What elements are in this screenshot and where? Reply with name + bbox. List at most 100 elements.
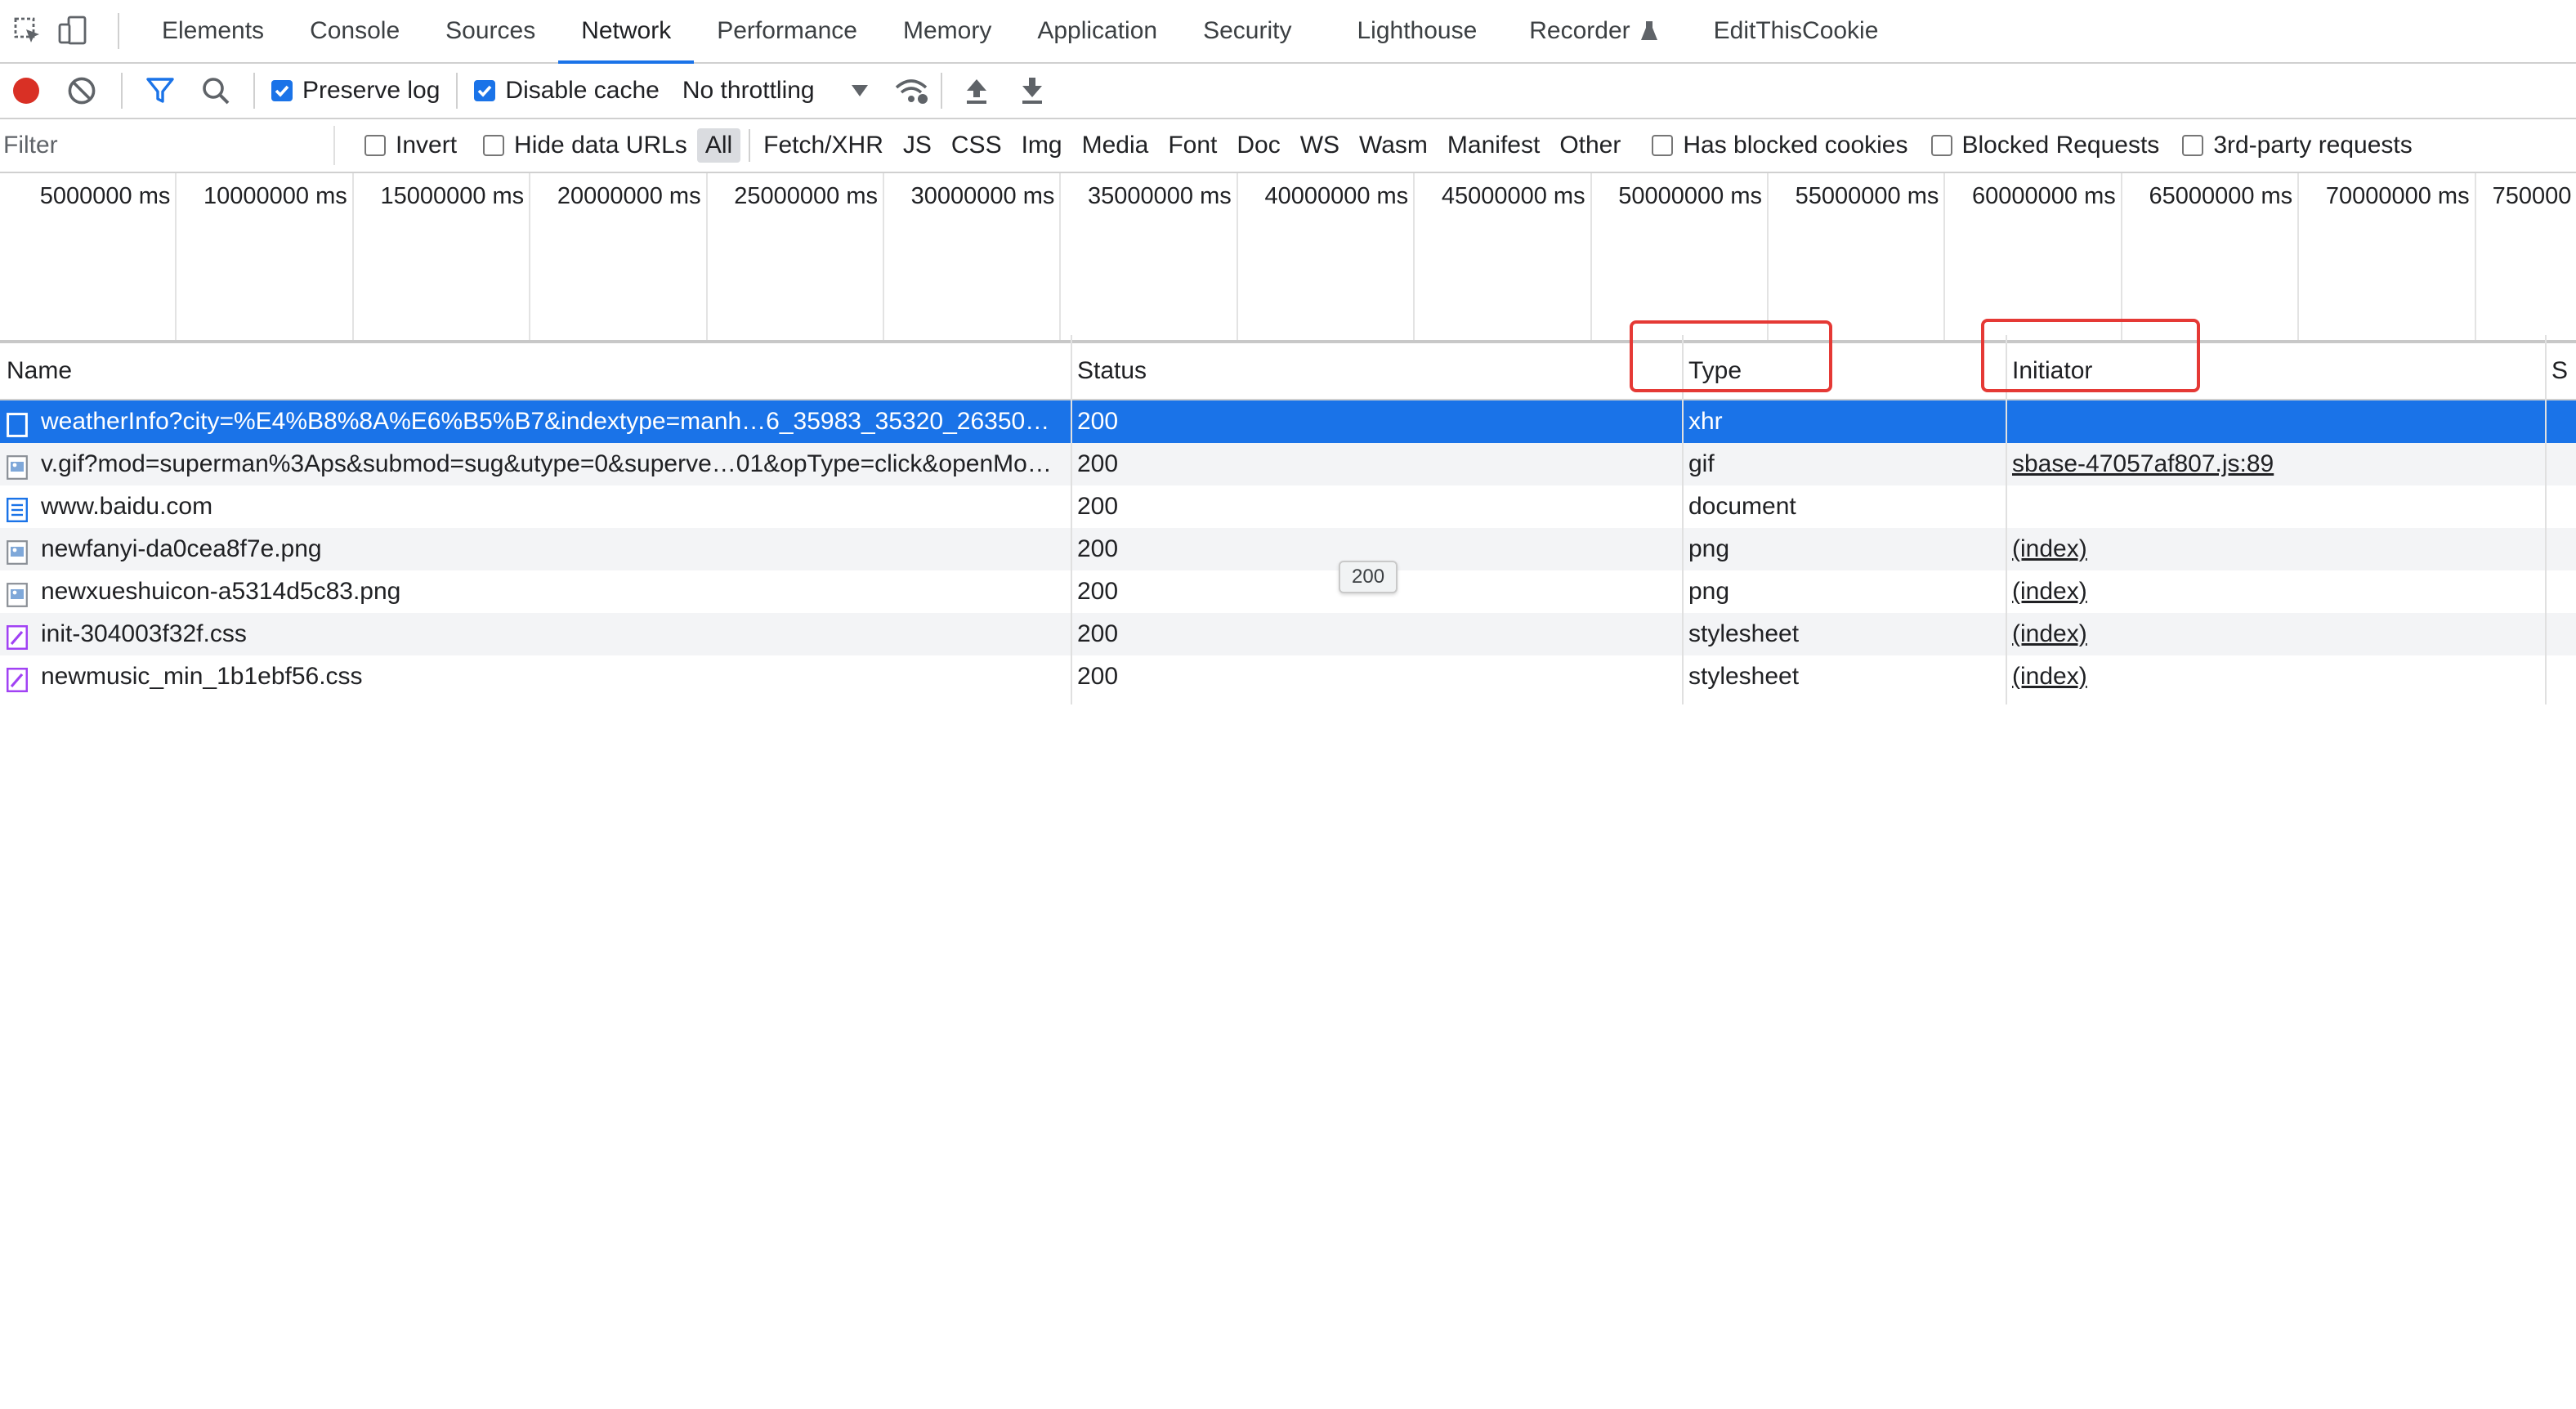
timeline-tick: 35000000 ms (1061, 173, 1238, 340)
column-divider[interactable] (1071, 335, 1072, 704)
third-party-requests-label: 3rd-party requests (2213, 132, 2413, 159)
cell-name[interactable]: weatherInfo?city=%E4%B8%8A%E6%B5%B7&inde… (0, 400, 1071, 443)
tab-recorder-label: Recorder (1529, 17, 1630, 44)
document-icon (7, 494, 29, 523)
filter-type-ws[interactable]: WS (1292, 128, 1348, 163)
request-name: newxueshuicon-a5314d5c83.png (41, 578, 401, 605)
cell-initiator[interactable]: (index) (2006, 528, 2545, 570)
tab-recorder[interactable]: Recorder (1506, 0, 1667, 62)
filter-icon[interactable] (142, 71, 178, 110)
record-button[interactable] (7, 71, 46, 110)
throttling-select[interactable]: No throttling (682, 77, 869, 105)
column-header-size[interactable]: S (2545, 343, 2576, 399)
disable-cache-checkbox[interactable]: Disable cache (474, 77, 660, 105)
timeline-tick: 15000000 ms (354, 173, 531, 340)
xhr-icon (7, 409, 28, 437)
table-row[interactable]: newxueshuicon-a5314d5c83.png 200 png (index… (0, 570, 2576, 613)
filter-type-js[interactable]: JS (895, 128, 940, 163)
timeline-tick: 750000 (2476, 173, 2576, 340)
table-row[interactable]: newmusic_min_1b1ebf56.css 200 stylesheet (i… (0, 655, 2576, 698)
filter-type-wasm[interactable]: Wasm (1351, 128, 1436, 163)
cell-initiator-value[interactable]: (index) (2012, 663, 2087, 690)
cell-initiator-value[interactable]: (index) (2012, 535, 2087, 562)
timeline-tick: 60000000 ms (1945, 173, 2122, 340)
tab-security[interactable]: Security (1180, 0, 1314, 62)
cell-name[interactable]: www.baidu.com (0, 485, 1071, 528)
filter-type-font[interactable]: Font (1160, 128, 1225, 163)
checkbox-checked-icon (474, 80, 496, 101)
network-conditions-icon[interactable] (892, 71, 931, 110)
timeline-tick-label: 50000000 ms (1618, 183, 1762, 209)
tab-network[interactable]: Network (558, 0, 695, 64)
table-row[interactable]: www.baidu.com 200 document (0, 485, 2576, 528)
cell-initiator[interactable]: (index) (2006, 570, 2545, 613)
table-row[interactable]: weatherInfo?city=%E4%B8%8A%E6%B5%B7&inde… (0, 400, 2576, 443)
export-har-icon[interactable] (1014, 71, 1050, 110)
filter-type-css[interactable]: CSS (943, 128, 1010, 163)
blocked-requests-checkbox[interactable]: Blocked Requests (1930, 132, 2159, 159)
stylesheet-icon (6, 664, 29, 693)
cell-type: xhr (1682, 400, 2006, 443)
timeline-tick: 65000000 ms (2122, 173, 2300, 340)
cell-initiator[interactable]: (index) (2006, 655, 2545, 698)
cell-name[interactable]: v.gif?mod=superman%3Aps&submod=sug&utype… (0, 443, 1071, 485)
timeline-overview[interactable]: 5000000 ms 10000000 ms 15000000 ms 20000000… (0, 173, 2576, 343)
device-toolbar-icon[interactable] (56, 13, 92, 49)
filter-input[interactable] (0, 126, 335, 165)
filter-type-doc[interactable]: Doc (1228, 128, 1288, 163)
table-row[interactable]: init-304003f32f.css 200 stylesheet (index) (0, 613, 2576, 655)
cell-initiator-value[interactable]: sbase-47057af807.js:89 (2012, 450, 2274, 477)
divider (456, 73, 458, 109)
cell-name[interactable]: newxueshuicon-a5314d5c83.png (0, 570, 1071, 613)
devtools-tab-bar: Elements Console Sources Network Perform… (0, 0, 2576, 64)
search-icon[interactable] (198, 71, 234, 110)
filter-type-fetch-xhr[interactable]: Fetch/XHR (755, 128, 892, 163)
cell-status-value: 200 (1077, 535, 1119, 562)
preserve-log-checkbox[interactable]: Preserve log (271, 77, 440, 105)
tab-editthiscookie[interactable]: EditThisCookie (1691, 0, 1902, 62)
cell-initiator-value[interactable]: (index) (2012, 578, 2087, 605)
cell-name[interactable]: newmusic_min_1b1ebf56.css (0, 655, 1071, 698)
tab-lighthouse[interactable]: Lighthouse (1334, 0, 1500, 62)
tab-performance[interactable]: Performance (694, 0, 880, 62)
tab-sources[interactable]: Sources (423, 0, 558, 62)
cell-initiator-value[interactable]: (index) (2012, 620, 2087, 647)
table-row[interactable]: v.gif?mod=superman%3Aps&submod=sug&utype… (0, 443, 2576, 485)
table-row[interactable]: newfanyi-da0cea8f7e.png 200 png (index) (0, 528, 2576, 570)
import-har-icon[interactable] (959, 71, 995, 110)
cell-name[interactable]: newfanyi-da0cea8f7e.png (0, 528, 1071, 570)
image-icon (7, 536, 28, 565)
column-header-status[interactable]: Status (1071, 343, 1682, 399)
third-party-requests-checkbox[interactable]: 3rd-party requests (2182, 132, 2413, 159)
inspect-element-icon[interactable] (10, 13, 46, 49)
tab-memory[interactable]: Memory (880, 0, 1014, 62)
cell-initiator[interactable]: (index) (2006, 613, 2545, 655)
cell-type-value: png (1688, 535, 1730, 562)
has-blocked-cookies-checkbox[interactable]: Has blocked cookies (1652, 132, 1908, 159)
filter-type-manifest[interactable]: Manifest (1439, 128, 1548, 163)
cell-type-value: document (1688, 493, 1796, 520)
filter-type-img[interactable]: Img (1013, 128, 1071, 163)
tab-elements[interactable]: Elements (139, 0, 287, 62)
checkbox-unchecked-icon (2182, 135, 2204, 156)
filter-type-all[interactable]: All (696, 128, 741, 163)
filter-type-other[interactable]: Other (1551, 128, 1629, 163)
hide-data-urls-checkbox[interactable]: Hide data URLs (483, 132, 687, 159)
cell-status-value: 200 (1077, 493, 1119, 520)
timeline-tick-label: 70000000 ms (2325, 183, 2470, 209)
invert-checkbox[interactable]: Invert (364, 132, 457, 159)
timeline-tick: 30000000 ms (884, 173, 1062, 340)
clear-button[interactable] (62, 71, 101, 110)
table-body: weatherInfo?city=%E4%B8%8A%E6%B5%B7&inde… (0, 400, 2576, 698)
tab-console[interactable]: Console (287, 0, 423, 62)
resource-type-filters: All Fetch/XHR JS CSS Img Media Font Doc … (696, 128, 1633, 163)
column-divider[interactable] (2545, 335, 2547, 704)
cell-name[interactable]: init-304003f32f.css (0, 613, 1071, 655)
image-icon (7, 579, 28, 607)
filter-type-media[interactable]: Media (1074, 128, 1157, 163)
tab-application[interactable]: Application (1014, 0, 1180, 62)
column-header-name[interactable]: Name (0, 343, 1071, 399)
cell-type: stylesheet (1682, 613, 2006, 655)
cell-initiator[interactable]: sbase-47057af807.js:89 (2006, 443, 2545, 485)
request-name: weatherInfo?city=%E4%B8%8A%E6%B5%B7&inde… (41, 408, 1050, 435)
